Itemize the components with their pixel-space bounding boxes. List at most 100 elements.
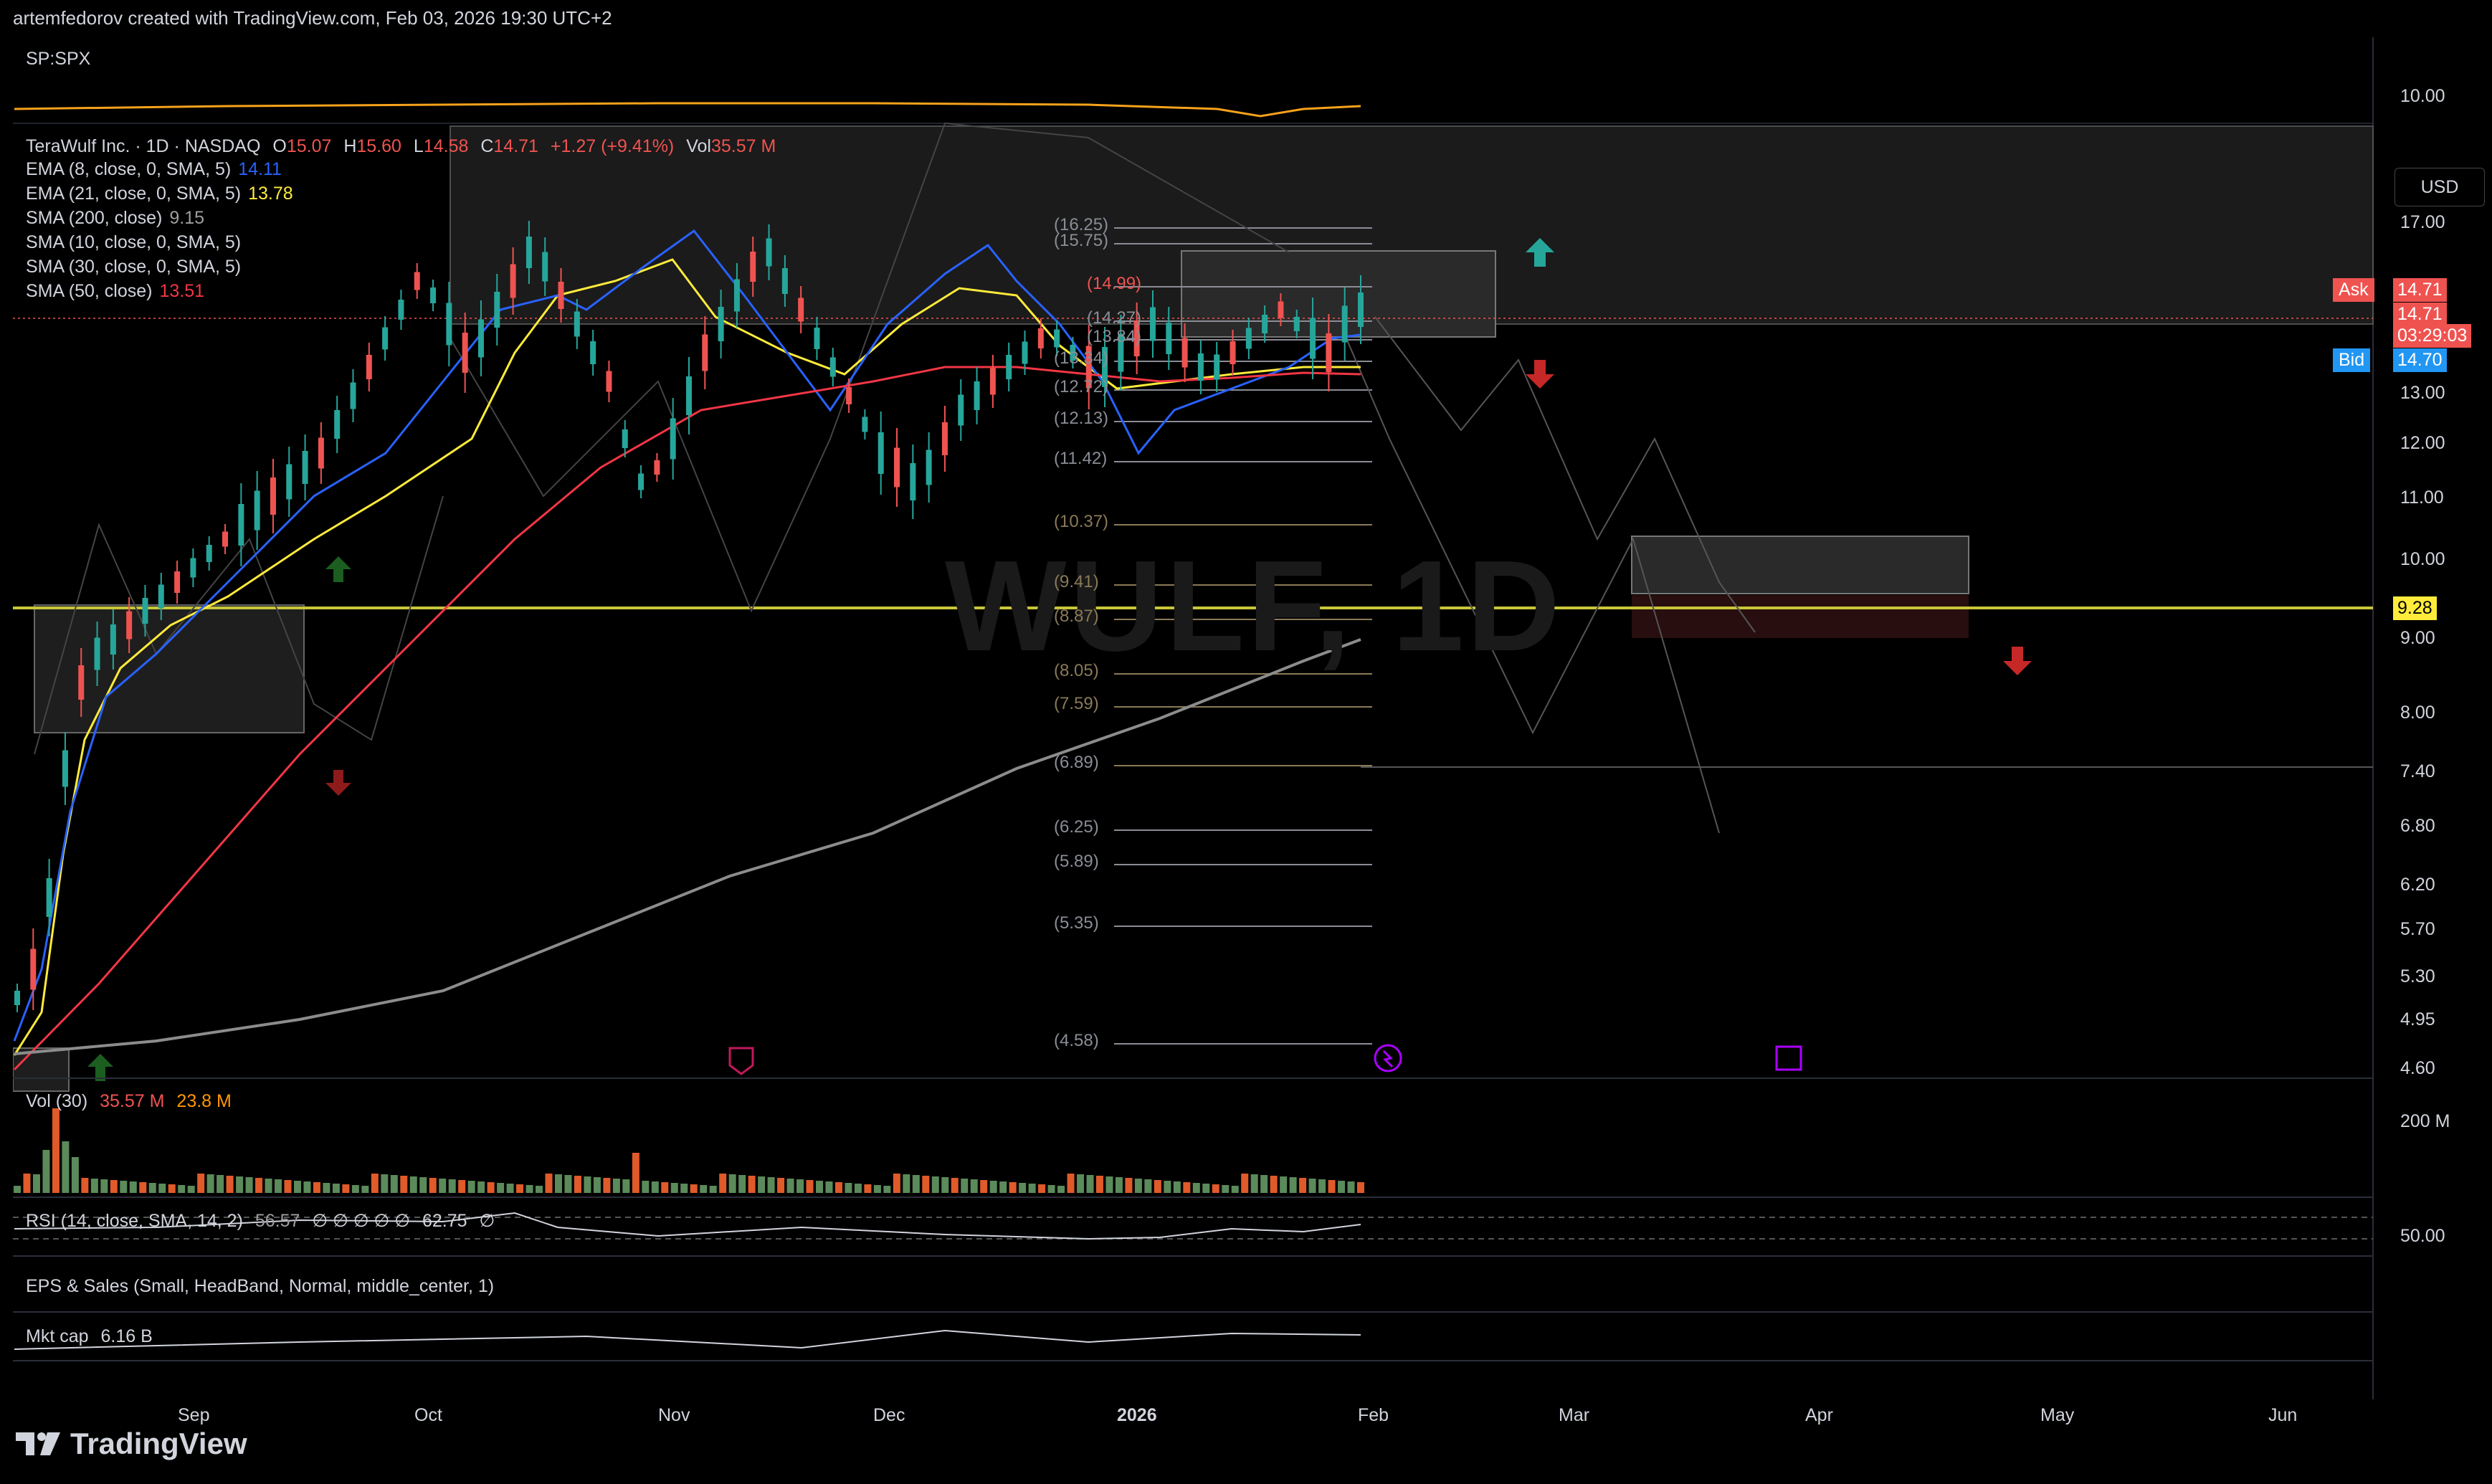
indicator-row[interactable]: SMA (50, close) 13.51 xyxy=(26,281,204,302)
dividend-marker-icon xyxy=(1374,1044,1402,1072)
indicator-row[interactable]: SMA (10, close, 0, SMA, 5) xyxy=(26,232,248,253)
symbol-name: TeraWulf Inc. · 1D · NASDAQ xyxy=(26,136,261,156)
compare-symbol-label[interactable]: SP:SPX xyxy=(26,49,90,70)
fib-level-label: (6.89) xyxy=(1054,753,1099,772)
candle-body xyxy=(846,387,852,404)
volume-bar xyxy=(62,1141,70,1193)
candle-body xyxy=(14,991,20,1005)
rsi-label: RSI (14, close, SMA, 14, 2) xyxy=(26,1211,243,1231)
volume-bar xyxy=(1009,1182,1017,1193)
indicator-row[interactable]: SMA (30, close, 0, SMA, 5) xyxy=(26,257,248,277)
mktcap-label: Mkt cap xyxy=(26,1326,89,1346)
volume-bar xyxy=(584,1176,591,1193)
volume-bar xyxy=(825,1181,833,1193)
candle-body xyxy=(414,272,420,290)
candle-body xyxy=(174,571,181,593)
volume-bar xyxy=(854,1184,862,1193)
volume-bar xyxy=(1222,1185,1230,1193)
volume-bar xyxy=(709,1186,717,1193)
price-axis-label: 5.70 xyxy=(2400,919,2435,939)
volume-bar xyxy=(545,1174,553,1193)
arrow-down-icon-3 xyxy=(325,770,351,796)
volume-bar xyxy=(680,1184,688,1193)
price-chart[interactable] xyxy=(13,37,2479,1399)
time-axis-label: Apr xyxy=(1805,1405,1833,1425)
volume-bar xyxy=(458,1180,466,1193)
fib-level-label: (14.99) xyxy=(1087,274,1142,293)
volume-bar xyxy=(622,1179,630,1193)
volume-bar xyxy=(1299,1178,1307,1193)
candle-body xyxy=(702,334,708,371)
volume-legend[interactable]: Vol (30) 35.57 M 23.8 M xyxy=(26,1091,232,1112)
volume-bar xyxy=(351,1185,359,1193)
fib-level-label: (15.75) xyxy=(1054,231,1109,250)
volume-bar xyxy=(758,1176,766,1193)
fib-level-label: (13.84) xyxy=(1087,327,1142,346)
candle-body xyxy=(1214,354,1220,380)
symbol-watermark: WULF, 1D xyxy=(945,534,1563,678)
volume-bar xyxy=(777,1178,785,1193)
volume-bar xyxy=(197,1174,205,1193)
volume-bar xyxy=(961,1179,969,1193)
high-label: H xyxy=(343,136,357,156)
candle-body xyxy=(606,371,612,392)
price-axis-label: 4.60 xyxy=(2400,1058,2435,1078)
volume-bar xyxy=(989,1181,997,1193)
volume-bar xyxy=(873,1185,881,1193)
eps-legend[interactable]: EPS & Sales (Small, HeadBand, Normal, mi… xyxy=(26,1276,494,1297)
volume-bar xyxy=(217,1175,224,1193)
volume-bar xyxy=(941,1177,949,1193)
low-label: L xyxy=(413,136,424,156)
chart-frame[interactable]: SP:SPX TeraWulf Inc. · 1D · NASDAQ O15.0… xyxy=(13,37,2485,1425)
candle-body xyxy=(926,450,932,485)
volume-bar xyxy=(419,1177,427,1193)
candle-body xyxy=(638,473,645,490)
volume-bar xyxy=(1318,1179,1326,1193)
volume-bar xyxy=(226,1176,234,1193)
volume-bar xyxy=(816,1181,824,1193)
volume-bar xyxy=(1192,1183,1200,1193)
candle-body xyxy=(462,333,468,373)
arrow-down-icon-2 xyxy=(2003,647,2032,675)
volume-bar xyxy=(178,1185,186,1193)
level-price-tag: 9.28 xyxy=(2393,596,2437,620)
rsi-legend[interactable]: RSI (14, close, SMA, 14, 2) 56.57 ∅ ∅ ∅ … xyxy=(26,1210,495,1232)
volume-bar xyxy=(1154,1180,1161,1193)
candle-body xyxy=(766,238,772,267)
volume-bar xyxy=(1067,1174,1075,1193)
candle-body xyxy=(1293,317,1300,331)
bid-value-tag: 14.70 xyxy=(2393,348,2447,372)
volume-bar xyxy=(168,1184,176,1193)
tradingview-logo: TradingView xyxy=(16,1427,247,1461)
volume-bar xyxy=(409,1176,417,1193)
vol-value: 35.57 M xyxy=(710,136,776,156)
symbol-legend[interactable]: TeraWulf Inc. · 1D · NASDAQ O15.07 H15.6… xyxy=(26,136,776,157)
chart-attribution: artemfedorov created with TradingView.co… xyxy=(13,7,612,29)
price-axis-label: 10.00 xyxy=(2400,549,2445,569)
indicator-row[interactable]: EMA (21, close, 0, SMA, 5) 13.78 xyxy=(26,184,293,204)
candle-body xyxy=(254,490,260,531)
volume-bar xyxy=(1357,1182,1364,1193)
volume-bar xyxy=(1338,1181,1346,1193)
volume-bar xyxy=(642,1181,650,1193)
volume-bar xyxy=(719,1174,727,1193)
mktcap-legend[interactable]: Mkt cap 6.16 B xyxy=(26,1326,153,1347)
volume-bar xyxy=(303,1181,311,1193)
volume-bar xyxy=(1028,1184,1036,1193)
candle-body xyxy=(670,418,676,460)
currency-button[interactable]: USD xyxy=(2394,168,2485,206)
volume-bar xyxy=(912,1175,920,1193)
candle-body xyxy=(1262,315,1268,333)
volume-bar xyxy=(1289,1177,1297,1193)
indicator-row[interactable]: SMA (200, close) 9.15 xyxy=(26,208,204,229)
candle-body xyxy=(494,292,500,328)
target-zone-box xyxy=(1181,250,1496,338)
indicator-row[interactable]: EMA (8, close, 0, SMA, 5) 14.11 xyxy=(26,159,282,180)
volume-bar xyxy=(786,1179,794,1193)
candle-body xyxy=(862,417,868,432)
time-axis-label: Dec xyxy=(873,1405,905,1425)
candle-body xyxy=(46,878,52,917)
candle-body xyxy=(1230,341,1236,364)
volume-bar xyxy=(1250,1174,1258,1193)
fib-level-label: (7.59) xyxy=(1054,694,1099,713)
